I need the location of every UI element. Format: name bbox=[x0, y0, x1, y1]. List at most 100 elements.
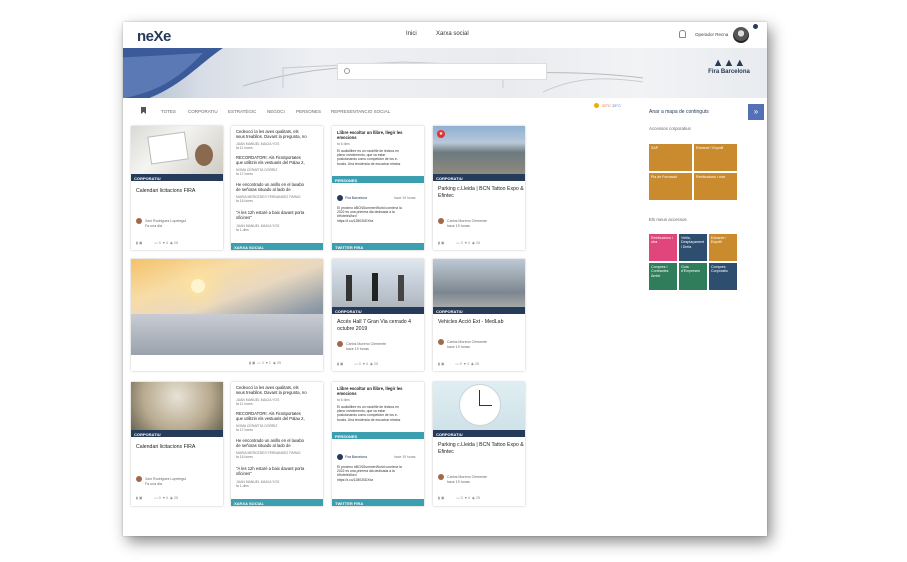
filter-negoci[interactable]: NEGOCI bbox=[267, 109, 285, 114]
nav-xarxa-social[interactable]: Xarxa social bbox=[436, 31, 469, 37]
card-actions[interactable]: ▮ ▣ ▭ 0 ♥ 4 ◉ 25 bbox=[136, 496, 178, 500]
tile-guia[interactable]: Guia d’Empreses bbox=[679, 263, 707, 290]
side-panel: Anar a mapa de continguts » Accessos cor… bbox=[642, 104, 767, 536]
avatar[interactable] bbox=[733, 27, 749, 43]
bell-icon[interactable] bbox=[679, 30, 686, 38]
filter-representacio-social[interactable]: REPRESENTANCIO SOCIAL bbox=[331, 109, 390, 114]
post-text: RECORDATORI: Als FiraSportates que utilit… bbox=[236, 155, 305, 166]
fira-brand: ▲▲▲ Fira Barcelona bbox=[701, 57, 757, 76]
card-author: Carlos Moreno Clemente hace 19 horas bbox=[438, 474, 487, 485]
category-badge: CORPORATIU bbox=[433, 430, 525, 437]
card-actions[interactable]: ▮ ▣ ▭ 0 ♥ 4 ◉ 25 bbox=[438, 362, 479, 366]
card-title[interactable]: Accés Hall 7 Gran Via cerrado 4 octubre … bbox=[337, 319, 424, 333]
post-author: JUAN MANUEL MACIA YOS fa 1 dies bbox=[236, 224, 280, 233]
app-window: neXe Inici Xarxa social Operador Recna ▲… bbox=[123, 22, 767, 536]
category-badge: PERSONES bbox=[332, 432, 424, 439]
user-name[interactable]: Operador Recna bbox=[695, 32, 728, 37]
people-walking-image bbox=[332, 259, 424, 307]
news-card[interactable]: CORPORATIU Calendari licitacions FIRA Xa… bbox=[131, 126, 223, 250]
tweet-account: Fira Barcelona bbox=[337, 454, 367, 460]
category-badge: CORPORATIU bbox=[332, 307, 424, 314]
hero-banner: ▲▲▲ Fira Barcelona bbox=[123, 48, 767, 98]
card-author: Carlos Moreno Clemente hace 19 horas bbox=[438, 339, 487, 350]
post-text: RECORDATORI: Als FiraSportates que utilit… bbox=[236, 411, 305, 422]
category-badge: CORPORATIU bbox=[433, 307, 525, 314]
channel-badge: XARXA SOCIAL bbox=[231, 243, 323, 250]
featured-card[interactable]: ▮ ▣ ▭ 3 ♥ 1 ◉ 25 bbox=[131, 259, 323, 371]
tweet-time: hace 19 horas bbox=[394, 196, 416, 200]
tile-retribucions[interactable]: Retribucions i otra bbox=[694, 173, 737, 200]
architecture-illustration bbox=[123, 48, 223, 98]
card-actions[interactable]: ▮ ▣ ▭ 0 ♥ 4 ◉ 25 bbox=[337, 362, 378, 366]
card-actions[interactable]: ▮ ▣ ▭ 3 ♥ 1 ◉ 25 bbox=[249, 361, 281, 365]
channel-badge: TWITTER FIRA bbox=[332, 499, 424, 506]
post-text: He encontrado un anillo en el lavabo de s… bbox=[236, 182, 304, 193]
card-title[interactable]: Parking c.Lleida | BCN Tattoo Expo & Efi… bbox=[438, 186, 525, 200]
card-author: Xavi Rodriguez Lopetegui Fa una dia bbox=[136, 218, 186, 229]
corporate-access-title: Accessos corporatius bbox=[649, 126, 691, 131]
post-author: MARIA MERCEDES FERNANDEZ PARAS fa 18 hore… bbox=[236, 451, 301, 460]
card-actions[interactable]: ▮ ▣ ▭ 0 ♥ 4 ◉ 25 bbox=[136, 241, 178, 245]
tile-compres-corp[interactable]: Compres Corporatiu bbox=[709, 263, 737, 290]
filter-totes[interactable]: TOTES bbox=[161, 109, 176, 114]
nav-inici[interactable]: Inici bbox=[406, 31, 417, 37]
sun-icon bbox=[594, 103, 599, 109]
content-map-link[interactable]: Anar a mapa de continguts bbox=[649, 109, 709, 115]
card-title[interactable]: Calendari licitacions FIRA bbox=[136, 188, 195, 195]
post-author: MARIA MERCEDES FERNANDEZ PARAS fa 18 hore… bbox=[236, 195, 301, 204]
tile-retribucions-2[interactable]: Retribucions i otra bbox=[649, 234, 677, 261]
tweet-text: El proximo #BCNSummerWorld comienz la 202… bbox=[337, 206, 402, 223]
tile-compres[interactable]: Compres i Contractes Àmbit bbox=[649, 263, 677, 290]
card-author: Carlos Moreno Clemente hace 19 horas bbox=[337, 341, 386, 352]
expand-button[interactable]: » bbox=[748, 104, 764, 120]
post-author: NOMA CERAFITA GORRIZ fa 17 hores bbox=[236, 168, 278, 177]
team-image bbox=[131, 382, 223, 430]
channel-badge: TWITTER FIRA bbox=[332, 243, 424, 250]
post-author: NOMA CERAFITA GORRIZ fa 17 hores bbox=[236, 424, 278, 433]
tile-sap[interactable]: SAP bbox=[649, 144, 692, 171]
tile-extranet[interactable]: Extranet / Expofil bbox=[694, 144, 737, 171]
podcast-twitter-card[interactable]: Llibre escoltar un llibre, llegir les emo… bbox=[332, 126, 424, 250]
tile-vetlla[interactable]: Vetlla, Desplaçament i Dieta bbox=[679, 234, 707, 261]
my-access-title: Els meus accessos bbox=[649, 217, 687, 222]
channel-badge: XARXA SOCIAL bbox=[231, 499, 323, 506]
tile-formacio[interactable]: Pla de Formació bbox=[649, 173, 692, 200]
news-card[interactable]: CORPORATIU Parking c.Lleida | BCN Tattoo… bbox=[433, 382, 525, 506]
tweet-account: Fira Barcelona bbox=[337, 195, 367, 201]
news-card[interactable]: CORPORATIU Vehicles Acció Ext - MedLab C… bbox=[433, 259, 525, 371]
nexe-logo[interactable]: neXe bbox=[137, 28, 171, 45]
calendar-image bbox=[131, 126, 223, 174]
news-card[interactable]: CORPORATIU Accés Hall 7 Gran Via cerrado… bbox=[332, 259, 424, 371]
card-title[interactable]: Calendari licitacions FIRA bbox=[136, 444, 195, 451]
social-card[interactable]: Cedexcci la les aves qualitats, els seus … bbox=[231, 126, 323, 250]
card-title[interactable]: Parking c.Lleida | BCN Tattoo Expo & Efi… bbox=[438, 442, 525, 456]
post-date: fa 6 dies bbox=[337, 142, 350, 146]
tweet-text: El proximo #BCNSummerWorld comienz la 202… bbox=[337, 465, 402, 482]
card-actions[interactable]: ▮ ▣ ▭ 0 ♥ 4 ◉ 25 bbox=[438, 241, 480, 245]
post-title: Llibre escoltar un llibre, llegir les emo… bbox=[337, 386, 403, 397]
podcast-twitter-card[interactable]: Llibre escoltar un llibre, llegir les emo… bbox=[332, 382, 424, 506]
card-title[interactable]: Vehicles Acció Ext - MedLab bbox=[438, 319, 503, 326]
category-badge: PERSONES bbox=[332, 176, 424, 183]
post-text: "A les 12h estarè a baix davant porta ofi… bbox=[236, 210, 305, 221]
card-actions[interactable]: ▮ ▣ ▭ 0 ♥ 4 ◉ 25 bbox=[438, 496, 480, 500]
search-input[interactable] bbox=[337, 63, 547, 80]
filter-estrategic[interactable]: ESTRATÈGIC bbox=[228, 109, 256, 114]
filter-corporatiu[interactable]: CORPORATIU bbox=[188, 109, 218, 114]
news-card[interactable]: ★ CORPORATIU Parking c.Lleida | BCN Tatt… bbox=[433, 126, 525, 250]
aerial-image bbox=[433, 259, 525, 307]
fira-logo-icon: ▲▲▲ bbox=[712, 57, 746, 69]
post-author: JUAN MANUEL MACIA YOS fa 11 hores bbox=[236, 142, 280, 151]
filter-persones[interactable]: PERSONES bbox=[296, 109, 321, 114]
news-card[interactable]: CORPORATIU Calendari licitacions FIRA Xa… bbox=[131, 382, 223, 506]
post-text: Cedexcci la les aves qualitats, els seus … bbox=[236, 385, 307, 396]
tile-extranet-2[interactable]: Extranet / Expofil bbox=[709, 234, 737, 261]
social-card[interactable]: Cedexcci la les aves qualitats, els seus … bbox=[231, 382, 323, 506]
category-badge: CORPORATIU bbox=[131, 430, 223, 437]
brand-name: Fira Barcelona bbox=[708, 69, 750, 75]
tweet-time: hace 19 horas bbox=[394, 455, 416, 459]
weather: 20°C 25°C bbox=[594, 103, 621, 109]
card-author: Xavi Rodriguez Lopetegui Fa una dia bbox=[136, 476, 186, 487]
bookmark-icon[interactable] bbox=[141, 107, 146, 114]
clock-image bbox=[433, 382, 525, 430]
